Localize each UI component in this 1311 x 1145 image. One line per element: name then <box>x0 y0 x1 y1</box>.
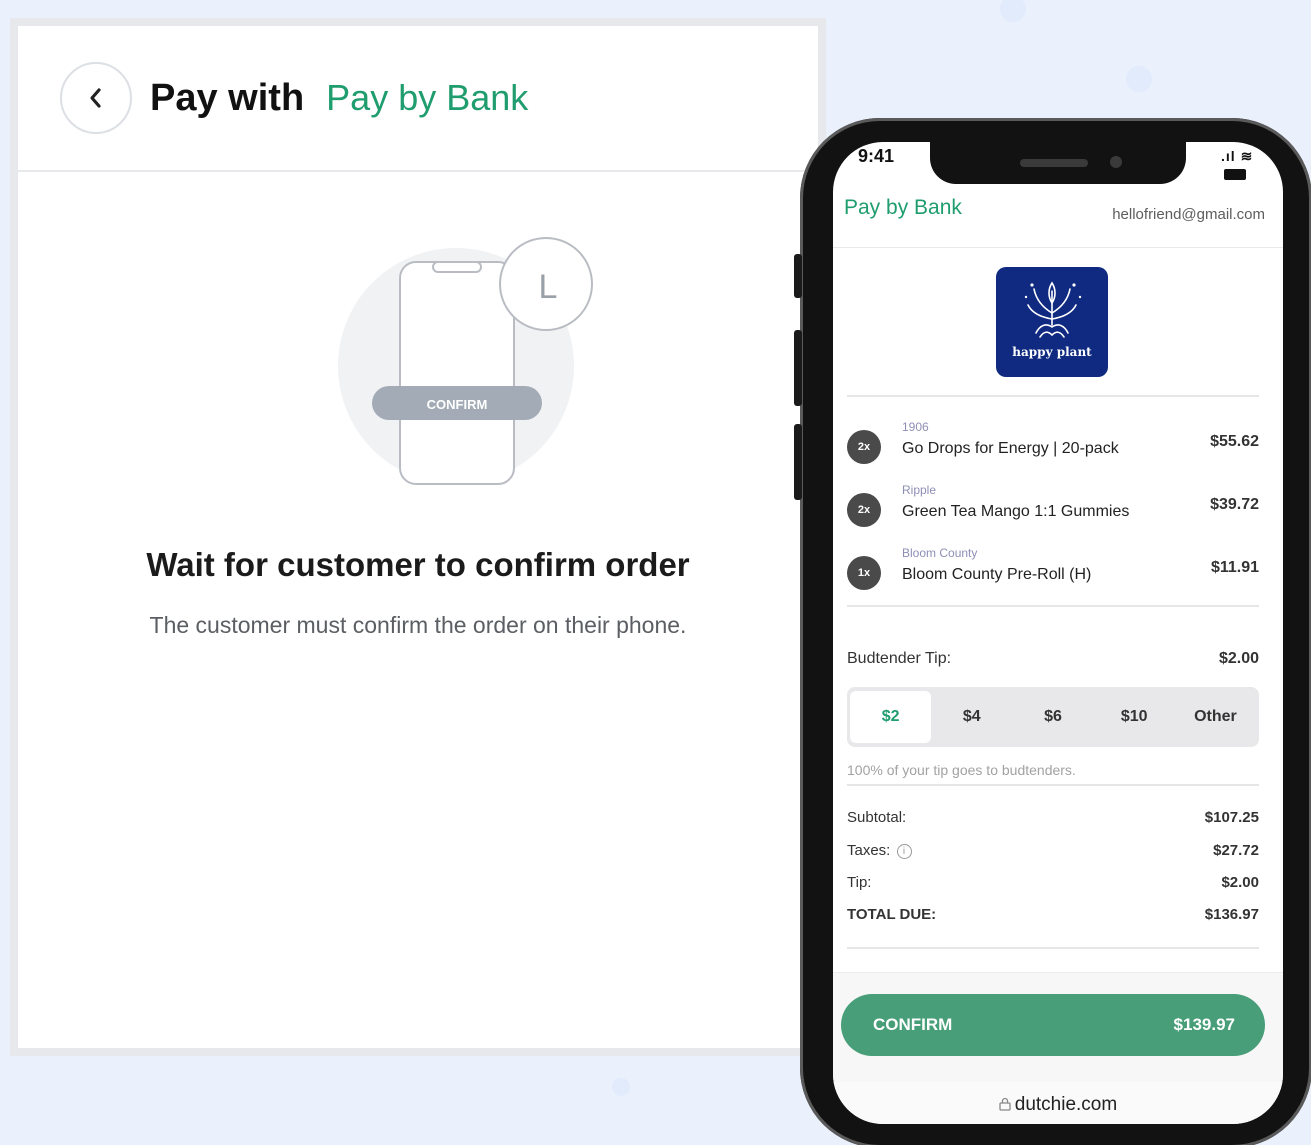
tip-option-6[interactable]: $6 <box>1012 691 1093 743</box>
tip-label: Budtender Tip: <box>847 650 952 667</box>
tip-summary-label: Tip: <box>847 874 872 891</box>
tip-note: 100% of your tip goes to budtenders. <box>847 762 1076 778</box>
taxes-value: $27.72 <box>1213 842 1259 859</box>
item-name: Green Tea Mango 1:1 Gummies <box>902 503 1130 520</box>
taxes-label: Taxes: <box>847 842 891 859</box>
item-price: $11.91 <box>1210 559 1259 576</box>
divider <box>847 947 1259 949</box>
status-time: 9:41 <box>858 146 895 166</box>
item-brand: 1906 <box>902 420 929 434</box>
checkout-brand: Pay by Bank <box>844 196 962 219</box>
confirm-illustration: CONFIRM L <box>338 236 608 506</box>
status-icons: .ıl ≋ <box>1221 148 1283 181</box>
wait-heading: Wait for customer to confirm order <box>146 546 690 583</box>
tip-option-4[interactable]: $4 <box>931 691 1012 743</box>
subtotal-value: $107.25 <box>1204 809 1259 826</box>
svg-text:L: L <box>539 268 558 306</box>
item-price: $55.62 <box>1210 433 1259 450</box>
clock-icon: L <box>499 237 593 331</box>
divider <box>847 395 1259 397</box>
info-icon[interactable]: i <box>896 843 912 859</box>
checkout-header: Pay by Bank hellofriend@gmail.com <box>833 190 1283 248</box>
customer-email: hellofriend@gmail.com <box>1112 206 1265 223</box>
total-row: TOTAL DUE: $136.97 <box>847 906 1259 928</box>
battery-icon <box>1224 168 1246 180</box>
payment-method-label: Pay by Bank <box>326 77 529 118</box>
tip-amount: $2.00 <box>1218 650 1259 667</box>
taxes-row: Taxes: i $27.72 <box>847 842 1259 864</box>
subtotal-label: Subtotal: <box>847 809 907 826</box>
tip-summary-value: $2.00 <box>1221 874 1259 891</box>
tip-row: Tip: $2.00 <box>847 874 1259 896</box>
back-button[interactable] <box>60 62 132 134</box>
background-dot <box>1000 0 1026 22</box>
dispensary-logo: happy plant <box>996 267 1108 377</box>
logo-text: happy plant <box>1012 345 1092 359</box>
confirm-amount: $139.97 <box>1173 1015 1235 1034</box>
background-dot <box>1126 66 1152 92</box>
pos-header: Pay with Pay by Bank <box>18 26 818 172</box>
item-quantity: 2x <box>847 493 881 527</box>
divider <box>847 784 1259 786</box>
item-brand: Ripple <box>902 483 937 497</box>
tip-selector: $2 $4 $6 $10 Other <box>847 687 1259 747</box>
phone-volume-down <box>794 424 802 500</box>
background-dot <box>612 1078 630 1096</box>
item-name: Go Drops for Energy | 20-pack <box>902 440 1119 457</box>
browser-url-bar[interactable]: dutchie.com <box>833 1082 1283 1124</box>
phone-mute-switch <box>794 254 802 298</box>
signal-icon: .ıl <box>1221 148 1236 164</box>
item-price: $39.72 <box>1210 496 1259 513</box>
order-item: 2x 1906 Go Drops for Energy | 20-pack $5… <box>847 420 1259 476</box>
divider <box>847 605 1259 607</box>
wait-subtitle: The customer must confirm the order on t… <box>149 612 687 638</box>
page-title: Pay with <box>150 76 305 119</box>
tip-option-other[interactable]: Other <box>1175 691 1256 743</box>
phone-notch <box>930 142 1186 184</box>
total-value: $136.97 <box>1204 906 1259 923</box>
cannabis-leaf-icon <box>1024 281 1082 338</box>
phone-mockup: 9:41 .ıl ≋ Pay by Bank hellofriend@gmail… <box>794 118 1311 1145</box>
url-text: dutchie.com <box>1014 1094 1118 1115</box>
subtotal-row: Subtotal: $107.25 <box>847 809 1259 831</box>
confirm-label: CONFIRM <box>873 1015 953 1034</box>
item-quantity: 1x <box>847 556 881 590</box>
order-item: 2x Ripple Green Tea Mango 1:1 Gummies $3… <box>847 483 1259 539</box>
order-item: 1x Bloom County Bloom County Pre-Roll (H… <box>847 546 1259 602</box>
back-chevron-icon <box>90 88 101 108</box>
lock-icon <box>999 1097 1011 1111</box>
pos-panel: Pay with Pay by Bank CONFIRM L Wait for … <box>10 18 826 1056</box>
tip-option-10[interactable]: $10 <box>1094 691 1175 743</box>
wifi-icon: ≋ <box>1240 148 1254 164</box>
item-name: Bloom County Pre-Roll (H) <box>902 566 1092 583</box>
phone-volume-up <box>794 330 802 406</box>
phone-screen: 9:41 .ıl ≋ Pay by Bank hellofriend@gmail… <box>833 142 1283 1124</box>
confirm-button[interactable]: CONFIRM $139.97 <box>841 994 1265 1056</box>
total-label: TOTAL DUE: <box>847 906 937 923</box>
illustration-confirm-label: CONFIRM <box>427 397 488 412</box>
tip-option-2[interactable]: $2 <box>850 691 932 743</box>
item-quantity: 2x <box>847 430 881 464</box>
item-brand: Bloom County <box>902 546 978 560</box>
